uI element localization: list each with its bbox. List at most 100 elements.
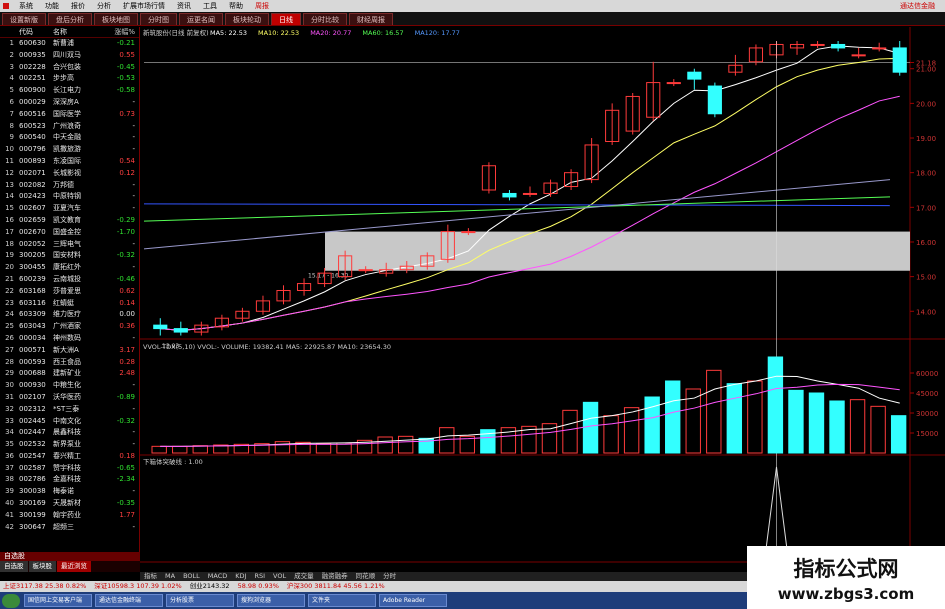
indicator-tab-0[interactable]: 指标 — [140, 572, 161, 581]
row-change: -0.29 — [116, 215, 135, 224]
taskbar-item-0[interactable]: 国信网上交易客户端 — [24, 594, 92, 607]
list-item[interactable]: 2 000935 四川双马 0.55 — [0, 50, 139, 62]
list-item[interactable]: 15 002607 亚夏汽车 - — [0, 203, 139, 215]
row-code: 000029 — [19, 97, 46, 106]
indicator-tab-5[interactable]: RSI — [250, 572, 269, 581]
row-name: 长城影视 — [53, 168, 81, 177]
footer-tab-0[interactable]: 自选股 — [0, 561, 28, 572]
indicator-tab-6[interactable]: VOL — [269, 572, 290, 581]
list-item[interactable]: 16 002659 凯文教育 -0.29 — [0, 215, 139, 227]
menu-item-system[interactable]: 系统 — [13, 1, 39, 11]
indicator-tab-7[interactable]: 成交量 — [290, 572, 318, 581]
indicator-tab-3[interactable]: MACD — [204, 572, 231, 581]
list-item[interactable]: 38 002786 金嘉科技 -2.34 — [0, 474, 139, 486]
indicator-tab-4[interactable]: KDJ — [231, 572, 250, 581]
list-item[interactable]: 32 002312 *ST三泰 - — [0, 404, 139, 416]
col-change[interactable]: 涨幅% — [102, 27, 138, 37]
col-name[interactable]: 名称 — [50, 27, 102, 37]
indicator-tab-9[interactable]: 同花顺 — [352, 572, 380, 581]
list-item[interactable]: 29 000688 建新矿业 2.48 — [0, 368, 139, 380]
list-item[interactable]: 4 002251 步步高 -0.53 — [0, 73, 139, 85]
list-item[interactable]: 12 002071 长城影视 0.12 — [0, 168, 139, 180]
list-item[interactable]: 39 300038 梅泰诺 - — [0, 486, 139, 498]
col-index[interactable] — [0, 27, 16, 37]
list-item[interactable]: 22 603168 莎普爱思 0.62 — [0, 286, 139, 298]
row-name: 康拓红外 — [53, 263, 81, 272]
list-item[interactable]: 35 002532 新界泵业 - — [0, 439, 139, 451]
footer-tab-1[interactable]: 板块股 — [28, 561, 56, 572]
chart-area[interactable]: 新筑股份(日线 前复权) MA5: 22.53 MA10: 22.53 MA20: 2… — [140, 27, 945, 572]
list-item[interactable]: 40 300169 天晟新材 -0.35 — [0, 498, 139, 510]
list-item[interactable]: 23 603116 红蜻蜓 0.14 — [0, 298, 139, 310]
list-item[interactable]: 26 000034 神州数码 - — [0, 333, 139, 345]
menu-item-analysis[interactable]: 分析 — [91, 1, 117, 11]
menu-item-weekly[interactable]: 周报 — [249, 1, 275, 11]
indicator-tab-2[interactable]: BOLL — [179, 572, 204, 581]
tab-2[interactable]: 板块地图 — [94, 13, 138, 25]
list-item[interactable]: 36 002547 春兴精工 0.18 — [0, 451, 139, 463]
list-item[interactable]: 31 002107 沃华医药 -0.89 — [0, 392, 139, 404]
menu-item-extended-market[interactable]: 扩展市场行情 — [117, 1, 171, 11]
list-item[interactable]: 1 600630 新曹浦 -0.21 — [0, 38, 139, 50]
list-item[interactable]: 25 603043 广州酒家 0.36 — [0, 321, 139, 333]
row-change: - — [132, 440, 135, 449]
indicator-tab-10[interactable]: 分时 — [379, 572, 400, 581]
list-item[interactable]: 33 002445 中南文化 -0.32 — [0, 416, 139, 428]
list-item[interactable]: 18 002052 三辉电气 - — [0, 239, 139, 251]
col-code[interactable]: 代码 — [16, 27, 50, 37]
list-item[interactable]: 7 600516 国际医学 0.73 — [0, 109, 139, 121]
list-item[interactable]: 6 000029 深深房A - — [0, 97, 139, 109]
indicator-title: 下箱体突破线 : 1.00 — [143, 457, 203, 466]
list-item[interactable]: 14 002423 中原特钢 - — [0, 191, 139, 203]
list-item[interactable]: 10 000796 凯撒旅游 - — [0, 144, 139, 156]
taskbar-item-2[interactable]: 分析股票 — [166, 594, 234, 607]
row-change: -1.70 — [116, 227, 135, 236]
list-item[interactable]: 30 000930 中粮生化 - — [0, 380, 139, 392]
list-item[interactable]: 27 000571 新大洲A 3.17 — [0, 345, 139, 357]
list-item[interactable]: 37 002587 赞宇科技 -0.65 — [0, 463, 139, 475]
list-item[interactable]: 19 300205 国安材料 -0.32 — [0, 250, 139, 262]
tab-4[interactable]: 运更名闻 — [179, 13, 223, 25]
list-item[interactable]: 41 300199 翰宇药业 1.77 — [0, 510, 139, 522]
indicator-tab-8[interactable]: 融资融券 — [318, 572, 352, 581]
indicator-tab-1[interactable]: MA — [161, 572, 179, 581]
list-item[interactable]: 28 000593 西王食品 0.28 — [0, 357, 139, 369]
menu-item-news[interactable]: 资讯 — [171, 1, 197, 11]
taskbar-item-1[interactable]: 通达信金融终端 — [95, 594, 163, 607]
list-item[interactable]: 13 002082 万邦德 - — [0, 180, 139, 192]
chart-svg[interactable]: 新筑股份(日线 前复权) MA5: 22.53 MA10: 22.53 MA20: 2… — [140, 27, 945, 572]
menu-item-tools[interactable]: 工具 — [197, 1, 223, 11]
list-item[interactable]: 34 002447 晨鑫科技 - — [0, 427, 139, 439]
menu-item-function[interactable]: 功能 — [39, 1, 65, 11]
list-item[interactable]: 42 300647 超频三 - — [0, 522, 139, 534]
list-item[interactable]: 3 002228 合兴包装 -0.45 — [0, 62, 139, 74]
list-item[interactable]: 20 300455 康拓红外 - — [0, 262, 139, 274]
menu-item-quote[interactable]: 报价 — [65, 1, 91, 11]
list-item[interactable]: 21 600239 云南城投 -0.46 — [0, 274, 139, 286]
candle-body — [892, 47, 907, 73]
menu-item-help[interactable]: 帮助 — [223, 1, 249, 11]
list-item[interactable]: 8 600523 广州浪奇 - — [0, 121, 139, 133]
tab-daily[interactable]: 日线 — [271, 13, 301, 25]
tab-0[interactable]: 设置新版 — [2, 13, 46, 25]
taskbar-item-4[interactable]: 文件夹 — [308, 594, 376, 607]
list-item[interactable]: 24 603309 维力医疗 0.00 — [0, 309, 139, 321]
list-item[interactable]: 9 600540 中天金融 - — [0, 132, 139, 144]
candle-body — [522, 192, 538, 195]
taskbar-item-5[interactable]: Adobe Reader — [379, 594, 447, 607]
row-change: - — [132, 333, 135, 342]
tab-1[interactable]: 盘后分析 — [48, 13, 92, 25]
start-button[interactable] — [2, 593, 20, 608]
list-item[interactable]: 17 002670 国盛金控 -1.70 — [0, 227, 139, 239]
row-name: 凯文教育 — [53, 215, 81, 224]
footer-tab-2[interactable]: 最近浏览 — [57, 561, 91, 572]
volume-bar — [726, 383, 743, 454]
list-item[interactable]: 11 000893 东凌国际 0.54 — [0, 156, 139, 168]
tab-3[interactable]: 分时图 — [140, 13, 177, 25]
tab-8[interactable]: 财经周报 — [349, 13, 393, 25]
taskbar-item-3[interactable]: 搜狗浏览器 — [237, 594, 305, 607]
tab-7[interactable]: 分时比较 — [303, 13, 347, 25]
list-item[interactable]: 5 600900 长江电力 -0.58 — [0, 85, 139, 97]
row-name: 建新矿业 — [53, 369, 81, 378]
tab-5[interactable]: 板块轮动 — [225, 13, 269, 25]
